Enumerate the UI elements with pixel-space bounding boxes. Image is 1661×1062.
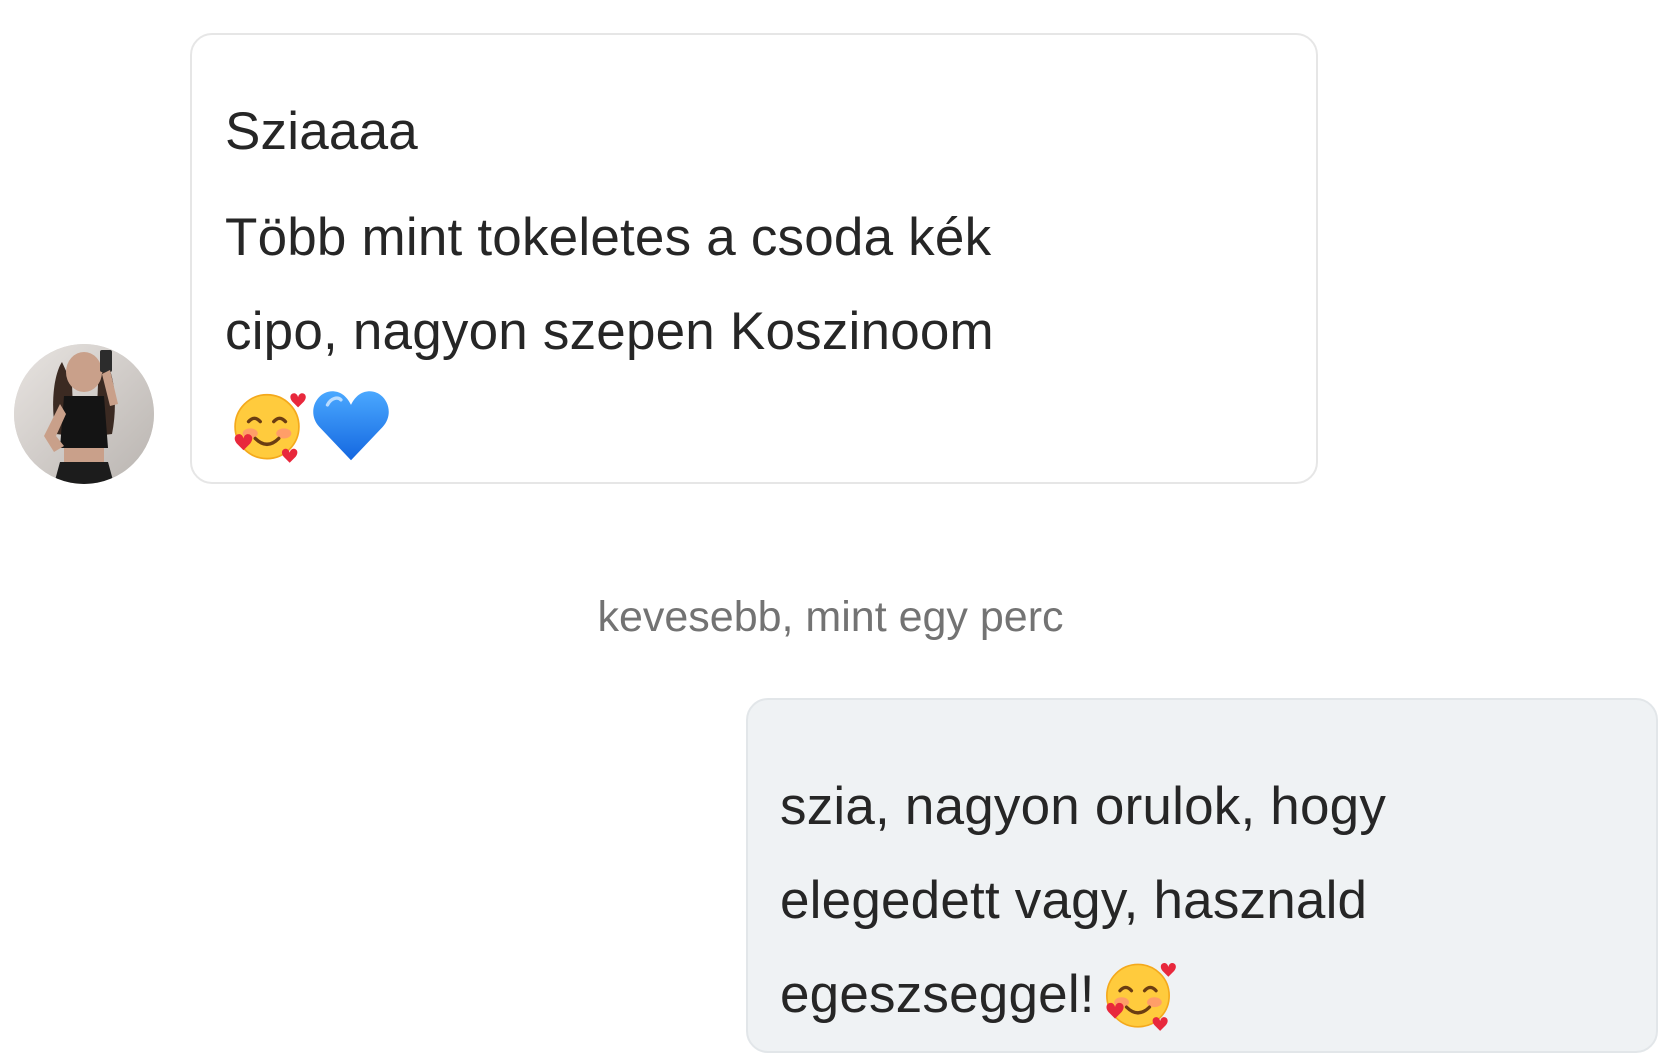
outgoing-message-bubble[interactable]: szia, nagyon orulok, hogy elegedett vagy…	[746, 698, 1658, 1053]
message-timestamp: kevesebb, mint egy perc	[597, 593, 1064, 641]
incoming-message-bubble[interactable]: Sziaaaa Több mint tokeletes a csoda kék …	[190, 33, 1318, 484]
message-line: Több mint tokeletes a csoda kék	[225, 208, 992, 267]
smiling-face-with-hearts-icon	[1097, 953, 1179, 1035]
smiling-face-with-hearts-icon	[225, 383, 309, 467]
blue-heart-icon	[309, 383, 393, 467]
message-line: szia, nagyon orulok, hogy	[780, 777, 1387, 836]
message-line: elegedett vagy, hasznald	[780, 871, 1368, 930]
message-line-text: egeszseggel!	[780, 965, 1095, 1024]
message-line-with-emoji: egeszseggel!	[780, 948, 1656, 1042]
sender-avatar[interactable]	[14, 344, 154, 484]
avatar-photo-icon	[14, 344, 154, 484]
message-line: Sziaaaa	[225, 102, 418, 161]
message-emoji-line	[225, 379, 1316, 473]
message-line: cipo, nagyon szepen Koszinoom	[225, 302, 994, 361]
chat-thread: Sziaaaa Több mint tokeletes a csoda kék …	[0, 0, 1661, 1062]
